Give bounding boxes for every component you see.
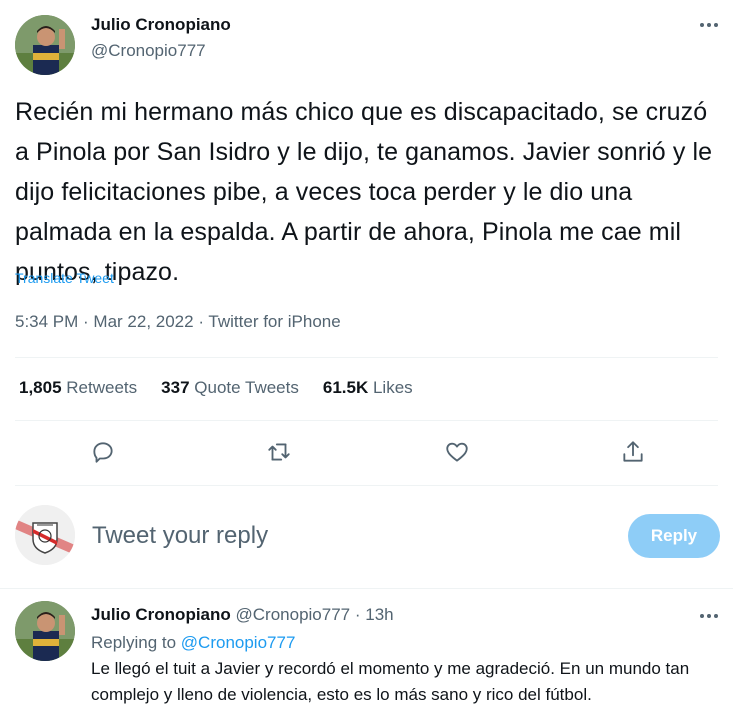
divider: [15, 420, 718, 421]
divider: [15, 485, 718, 486]
retweets-label: Retweets: [66, 378, 138, 397]
author-avatar[interactable]: [15, 15, 75, 75]
more-options-icon[interactable]: [700, 20, 724, 30]
retweets-count: 1,805: [19, 378, 62, 397]
tweet-date[interactable]: Mar 22, 2022: [93, 312, 193, 331]
meta-separator: ·: [193, 312, 209, 331]
replying-to-handle[interactable]: @Cronopio777: [181, 633, 296, 652]
divider: [0, 588, 733, 589]
quotes-count: 337: [161, 378, 190, 397]
reply-button[interactable]: Reply: [628, 514, 720, 558]
divider: [15, 357, 718, 358]
tweet-time[interactable]: 5:34 PM: [15, 312, 78, 331]
reply-age[interactable]: 13h: [365, 605, 393, 624]
tweet-source[interactable]: Twitter for iPhone: [208, 312, 340, 331]
meta-separator: ·: [78, 312, 94, 331]
reply-header: Julio Cronopiano @Cronopio777 · 13h: [91, 605, 394, 625]
reply-action[interactable]: [85, 434, 121, 470]
likes-label: Likes: [372, 378, 413, 397]
tweet-stats: 1,805 Retweets 337 Quote Tweets 61.5K Li…: [19, 378, 413, 398]
reply-author-name[interactable]: Julio Cronopiano: [91, 605, 231, 624]
share-action[interactable]: [615, 434, 651, 470]
reply-icon: [93, 442, 113, 463]
retweet-icon: [268, 443, 290, 461]
quotes-stat[interactable]: 337 Quote Tweets: [161, 378, 299, 398]
retweet-action[interactable]: [261, 434, 297, 470]
translate-tweet-link[interactable]: Translate Tweet: [15, 270, 114, 286]
reply-input[interactable]: Tweet your reply: [92, 522, 268, 550]
reply-author-avatar[interactable]: [15, 601, 75, 661]
author-handle[interactable]: @Cronopio777: [91, 41, 206, 61]
quotes-label: Quote Tweets: [194, 378, 299, 397]
reply-more-options-icon[interactable]: [700, 611, 724, 621]
likes-count: 61.5K: [322, 378, 369, 397]
share-icon: [623, 441, 643, 462]
tweet-text: Recién mi hermano más chico que es disca…: [15, 98, 713, 286]
likes-stat[interactable]: 61.5K Likes: [323, 378, 413, 398]
tweet-meta: 5:34 PM · Mar 22, 2022 · Twitter for iPh…: [15, 312, 341, 332]
user-avatar[interactable]: [15, 505, 75, 565]
replying-to-label: Replying to: [91, 633, 177, 652]
like-icon: [446, 442, 468, 462]
replying-to: Replying to @Cronopio777: [91, 633, 295, 653]
author-name[interactable]: Julio Cronopiano: [91, 15, 231, 35]
like-action[interactable]: [439, 434, 475, 470]
reply-author-handle[interactable]: @Cronopio777: [236, 605, 351, 624]
reply-separator: ·: [350, 605, 366, 624]
retweets-stat[interactable]: 1,805 Retweets: [19, 378, 137, 398]
reply-text: Le llegó el tuit a Javier y recordó el m…: [91, 659, 690, 704]
